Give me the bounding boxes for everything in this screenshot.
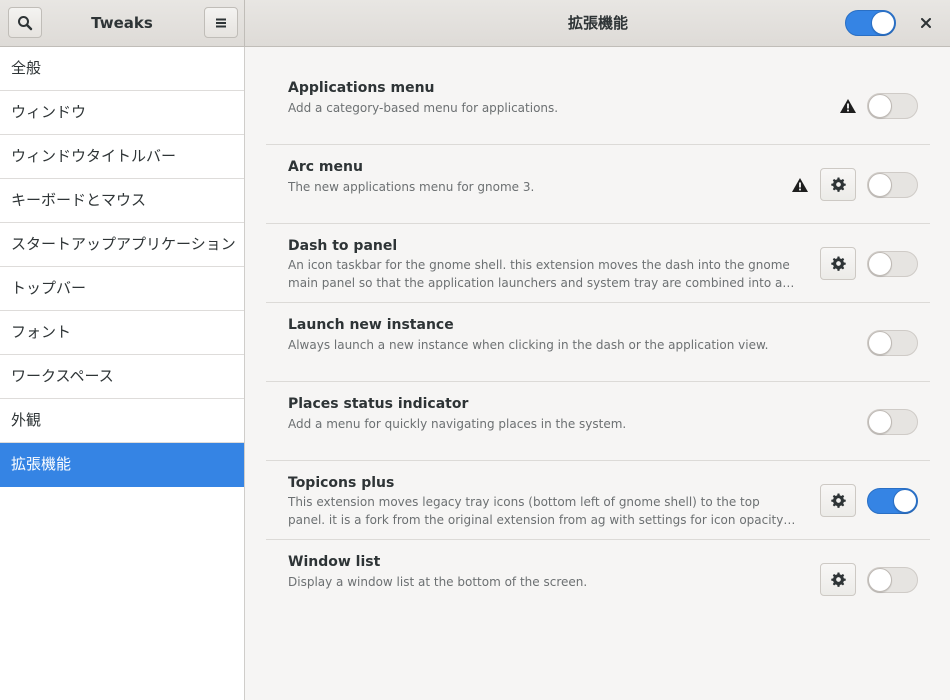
- extension-name: Places status indicator: [288, 396, 469, 412]
- sidebar-item-keyboard-mouse[interactable]: キーボードとマウス: [0, 179, 244, 223]
- switch-knob: [868, 410, 892, 434]
- extension-row: Applications menu Add a category-based m…: [266, 66, 930, 145]
- switch-knob: [868, 252, 892, 276]
- sidebar-item-general[interactable]: 全般: [0, 47, 244, 91]
- extensions-master-switch[interactable]: [845, 10, 896, 36]
- sidebar-item-fonts[interactable]: フォント: [0, 311, 244, 355]
- warning-icon: [792, 178, 808, 192]
- extension-row: Launch new instance Always launch a new …: [266, 303, 930, 382]
- extension-toggle-switch[interactable]: [867, 567, 918, 593]
- extension-toggle-switch[interactable]: [867, 488, 918, 514]
- gear-icon: [830, 493, 846, 508]
- extension-description: Display a window list at the bottom of t…: [288, 575, 588, 589]
- extension-description: The new applications menu for gnome 3.: [288, 180, 535, 194]
- extensions-list: Applications menu Add a category-based m…: [246, 47, 950, 700]
- extension-toggle-switch[interactable]: [867, 93, 918, 119]
- extension-description: An icon taskbar for the gnome shell. thi…: [288, 258, 790, 290]
- extension-row: Arc menu The new applications menu for g…: [266, 145, 930, 224]
- switch-knob: [868, 568, 892, 592]
- extension-row: Window list Display a window list at the…: [266, 540, 930, 619]
- main-menu-button[interactable]: [204, 7, 238, 38]
- extension-toggle-switch[interactable]: [867, 409, 918, 435]
- switch-knob: [868, 94, 892, 118]
- switch-knob: [868, 331, 892, 355]
- search-button[interactable]: [8, 7, 42, 38]
- hamburger-menu-icon: [216, 18, 226, 27]
- extension-toggle-switch[interactable]: [867, 172, 918, 198]
- extension-row: Topicons plus This extension moves legac…: [266, 461, 930, 540]
- search-icon: [18, 15, 33, 30]
- extension-name: Topicons plus: [288, 475, 395, 491]
- sidebar-item-workspaces[interactable]: ワークスペース: [0, 355, 244, 399]
- switch-knob: [871, 11, 895, 35]
- warning-icon: [840, 99, 856, 113]
- extension-settings-button[interactable]: [820, 247, 856, 280]
- extension-settings-button[interactable]: [820, 563, 856, 596]
- gear-icon: [830, 177, 846, 192]
- extension-toggle-switch[interactable]: [867, 251, 918, 277]
- close-icon: [921, 18, 931, 28]
- header-bar: Tweaks 拡張機能: [0, 0, 950, 47]
- sidebar-item-extensions[interactable]: 拡張機能: [0, 443, 244, 487]
- extension-name: Window list: [288, 554, 381, 570]
- extension-description: This extension moves legacy tray icons (…: [288, 495, 788, 527]
- extension-row: Dash to panel An icon taskbar for the gn…: [266, 224, 930, 303]
- extension-description: Add a menu for quickly navigating places…: [288, 417, 627, 431]
- close-button[interactable]: [914, 12, 938, 34]
- extension-toggle-switch[interactable]: [867, 330, 918, 356]
- extension-name: Dash to panel: [288, 238, 398, 254]
- gear-icon: [830, 256, 846, 271]
- extension-name: Launch new instance: [288, 317, 454, 333]
- extension-settings-button[interactable]: [820, 484, 856, 517]
- switch-knob: [893, 489, 917, 513]
- extension-name: Arc menu: [288, 159, 363, 175]
- extension-description: Add a category-based menu for applicatio…: [288, 101, 559, 115]
- sidebar-item-windows[interactable]: ウィンドウ: [0, 91, 244, 135]
- gear-icon: [830, 572, 846, 587]
- app-title: Tweaks: [91, 14, 153, 32]
- sidebar-item-window-titlebars[interactable]: ウィンドウタイトルバー: [0, 135, 244, 179]
- sidebar-item-appearance[interactable]: 外観: [0, 399, 244, 443]
- extension-description: Always launch a new instance when clicki…: [288, 338, 769, 352]
- sidebar-item-startup-applications[interactable]: スタートアップアプリケーション: [0, 223, 244, 267]
- sidebar: 全般 ウィンドウ ウィンドウタイトルバー キーボードとマウス スタートアップアプ…: [0, 47, 245, 700]
- extension-name: Applications menu: [288, 80, 435, 96]
- switch-knob: [868, 173, 892, 197]
- extension-settings-button[interactable]: [820, 168, 856, 201]
- extension-row: Places status indicator Add a menu for q…: [266, 382, 930, 461]
- header-left-section: Tweaks: [0, 0, 245, 46]
- sidebar-item-top-bar[interactable]: トップバー: [0, 267, 244, 311]
